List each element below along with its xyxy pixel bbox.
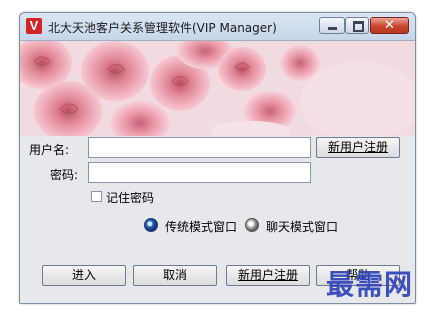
username-label: 用户名:	[29, 143, 70, 157]
chat-mode-radio[interactable]	[245, 218, 259, 232]
site-watermark: 最需网	[326, 268, 414, 301]
new-user-register-top-button[interactable]: 新用户注册	[316, 137, 400, 158]
classic-mode-radio[interactable]	[144, 218, 158, 232]
close-icon: ✕	[384, 18, 395, 33]
maximize-button[interactable]	[345, 17, 369, 34]
window-title: 北大天池客户关系管理软件(VIP Manager)	[48, 21, 277, 35]
maximize-icon	[353, 21, 364, 32]
minimize-icon	[328, 27, 337, 30]
remember-password-label: 记住密码	[106, 191, 155, 205]
login-window: V 北大天池客户关系管理软件(VIP Manager) ✕ 用户名: 新用户注册…	[19, 12, 416, 304]
title-bar[interactable]: V 北大天池客户关系管理软件(VIP Manager) ✕	[20, 13, 415, 41]
password-field[interactable]	[88, 162, 311, 183]
password-label: 密码:	[50, 168, 79, 182]
cancel-button[interactable]: 取消	[133, 265, 217, 286]
remember-password-checkbox[interactable]	[91, 191, 102, 202]
close-button[interactable]: ✕	[370, 17, 409, 34]
roses-illustration	[20, 41, 415, 136]
username-combobox[interactable]	[88, 137, 378, 158]
minimize-button[interactable]	[319, 17, 345, 34]
enter-button[interactable]: 进入	[42, 265, 126, 286]
chat-mode-label: 聊天模式窗口	[266, 220, 339, 234]
app-logo-icon: V	[26, 18, 42, 34]
classic-mode-label: 传统模式窗口	[165, 220, 238, 234]
new-user-register-button[interactable]: 新用户注册	[226, 265, 310, 286]
rose-banner-image	[20, 41, 415, 136]
